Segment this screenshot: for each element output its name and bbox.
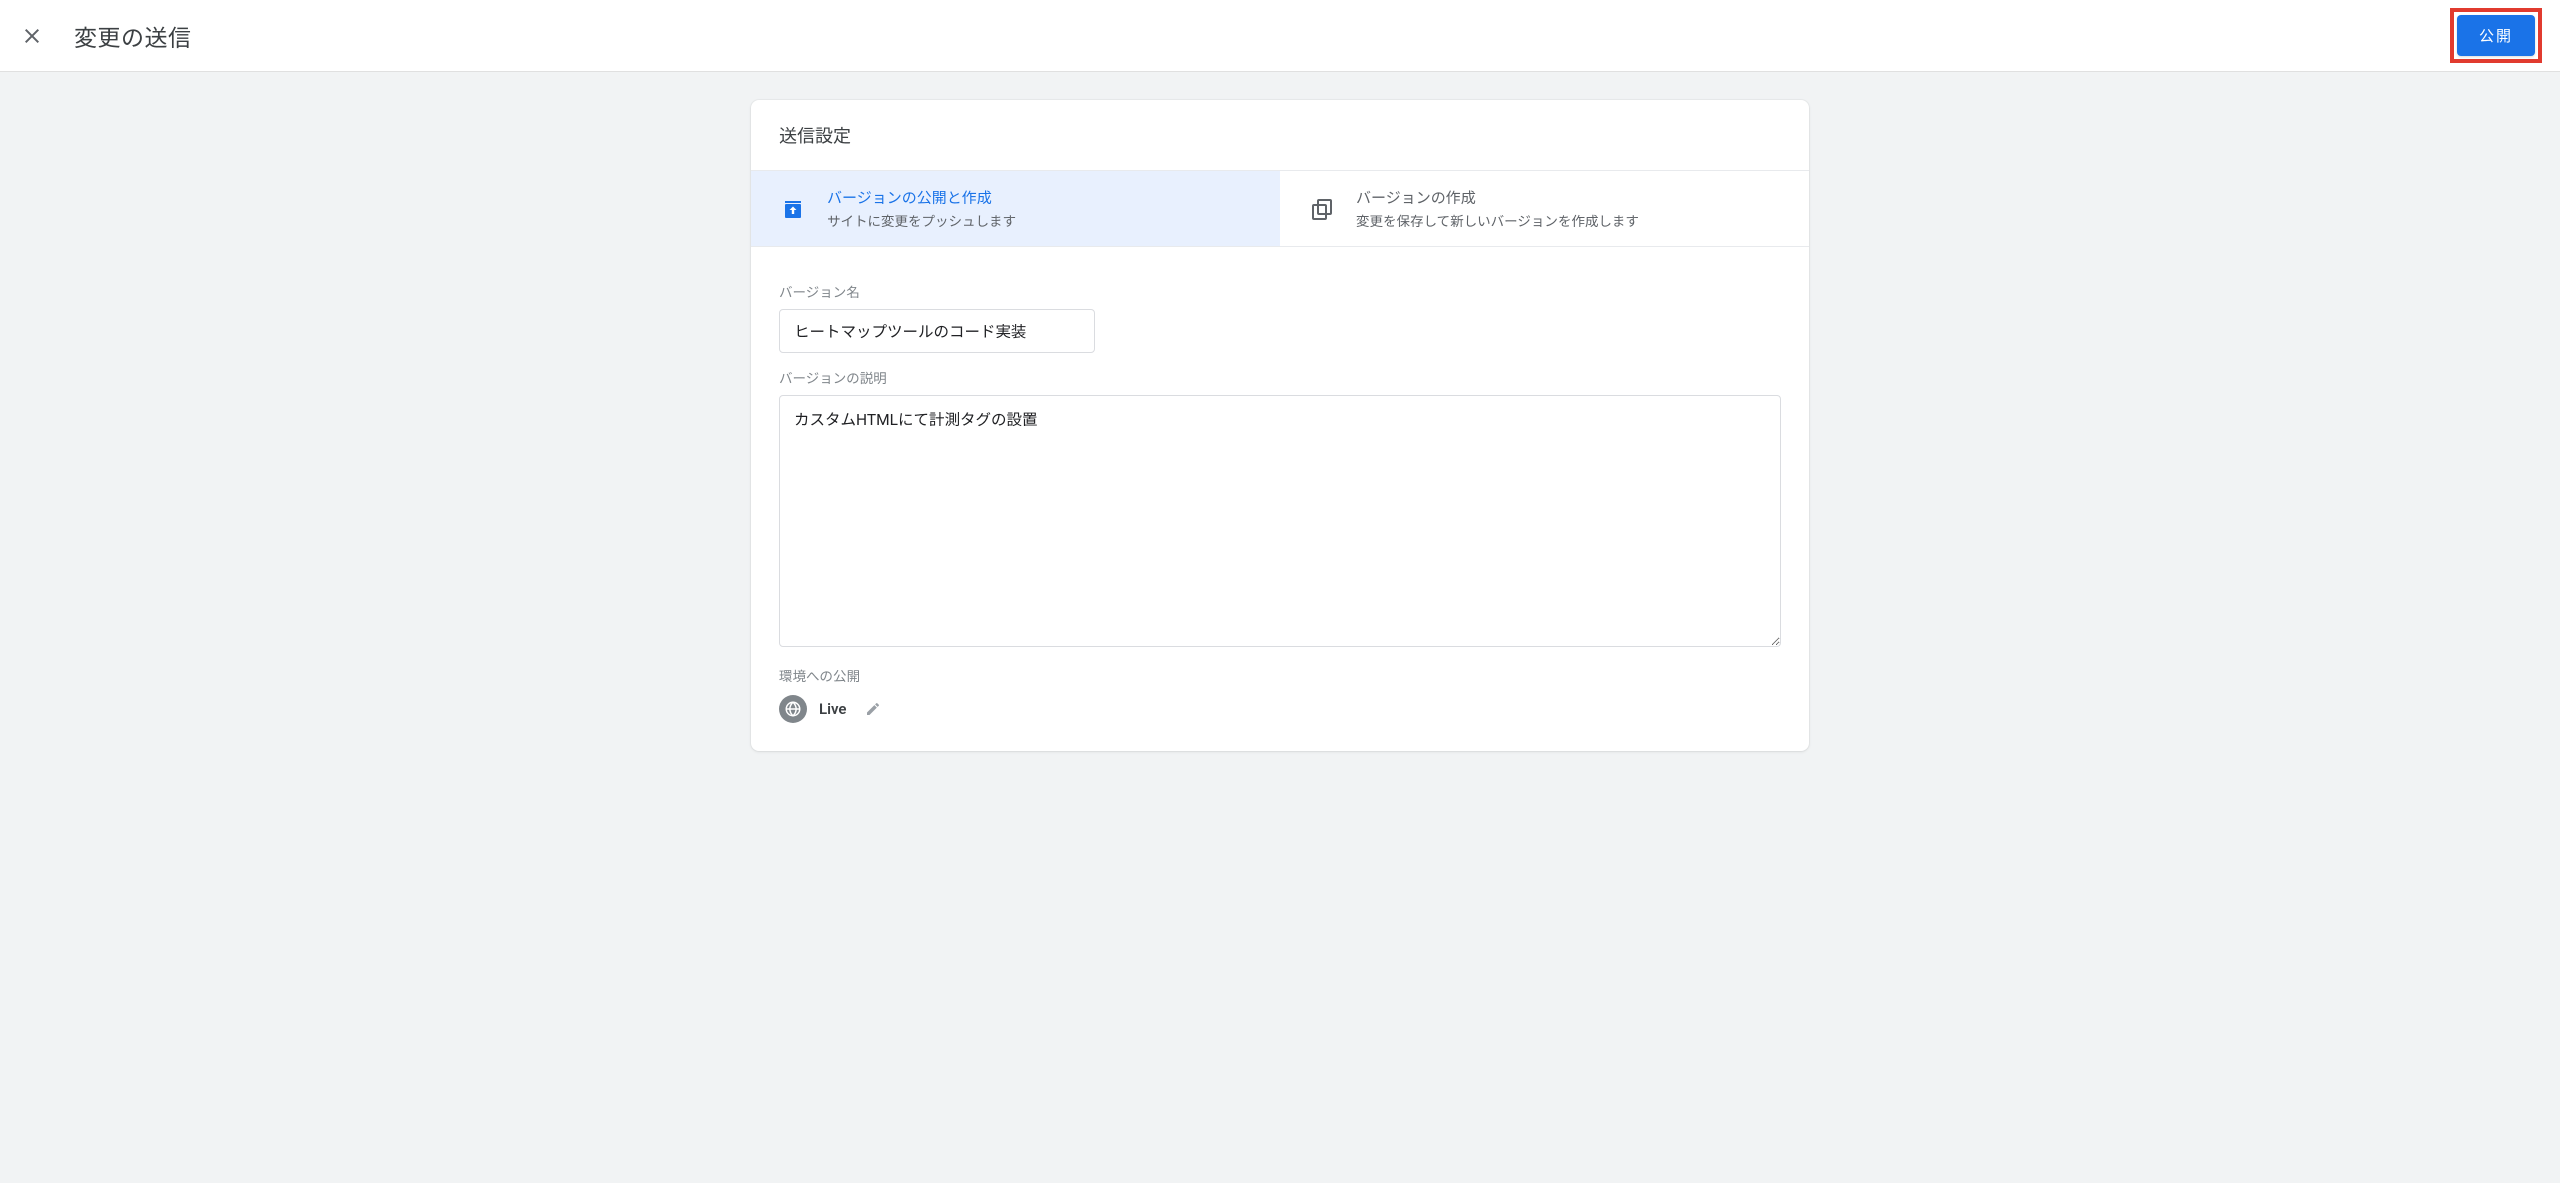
version-name-input[interactable] — [779, 309, 1095, 353]
submit-settings-card: 送信設定 バージョンの公開と作成 サイトに変更をプッシュします — [751, 100, 1809, 751]
close-icon — [20, 24, 44, 48]
tab-label: バージョンの公開と作成 — [827, 187, 1016, 208]
upload-icon — [779, 197, 807, 221]
version-name-label: バージョン名 — [779, 281, 1781, 301]
publish-env-label: 環境への公開 — [779, 665, 1781, 685]
env-name: Live — [819, 700, 847, 718]
tab-desc: 変更を保存して新しいバージョンを作成します — [1356, 210, 1639, 230]
env-row: Live — [779, 695, 1781, 723]
card-body: バージョン名 バージョンの説明 環境への公開 Live — [751, 247, 1809, 751]
publish-highlight: 公開 — [2450, 8, 2542, 63]
tab-create-version[interactable]: バージョンの作成 変更を保存して新しいバージョンを作成します — [1280, 171, 1809, 246]
tabs: バージョンの公開と作成 サイトに変更をプッシュします バージョンの作成 変更を保… — [751, 170, 1809, 247]
publish-button[interactable]: 公開 — [2457, 15, 2535, 56]
card-title: 送信設定 — [751, 100, 1809, 170]
page-title: 変更の送信 — [74, 19, 192, 53]
version-desc-label: バージョンの説明 — [779, 367, 1781, 387]
tab-publish-and-create[interactable]: バージョンの公開と作成 サイトに変更をプッシュします — [751, 171, 1280, 246]
pencil-icon — [865, 701, 881, 717]
version-desc-input[interactable] — [779, 395, 1781, 647]
globe-icon — [779, 695, 807, 723]
header: 変更の送信 公開 — [0, 0, 2560, 72]
close-button[interactable] — [8, 12, 56, 60]
tab-desc: サイトに変更をプッシュします — [827, 210, 1016, 230]
tab-label: バージョンの作成 — [1356, 187, 1639, 208]
edit-env-button[interactable] — [859, 695, 887, 723]
header-left: 変更の送信 — [8, 12, 192, 60]
copy-icon — [1308, 197, 1336, 221]
